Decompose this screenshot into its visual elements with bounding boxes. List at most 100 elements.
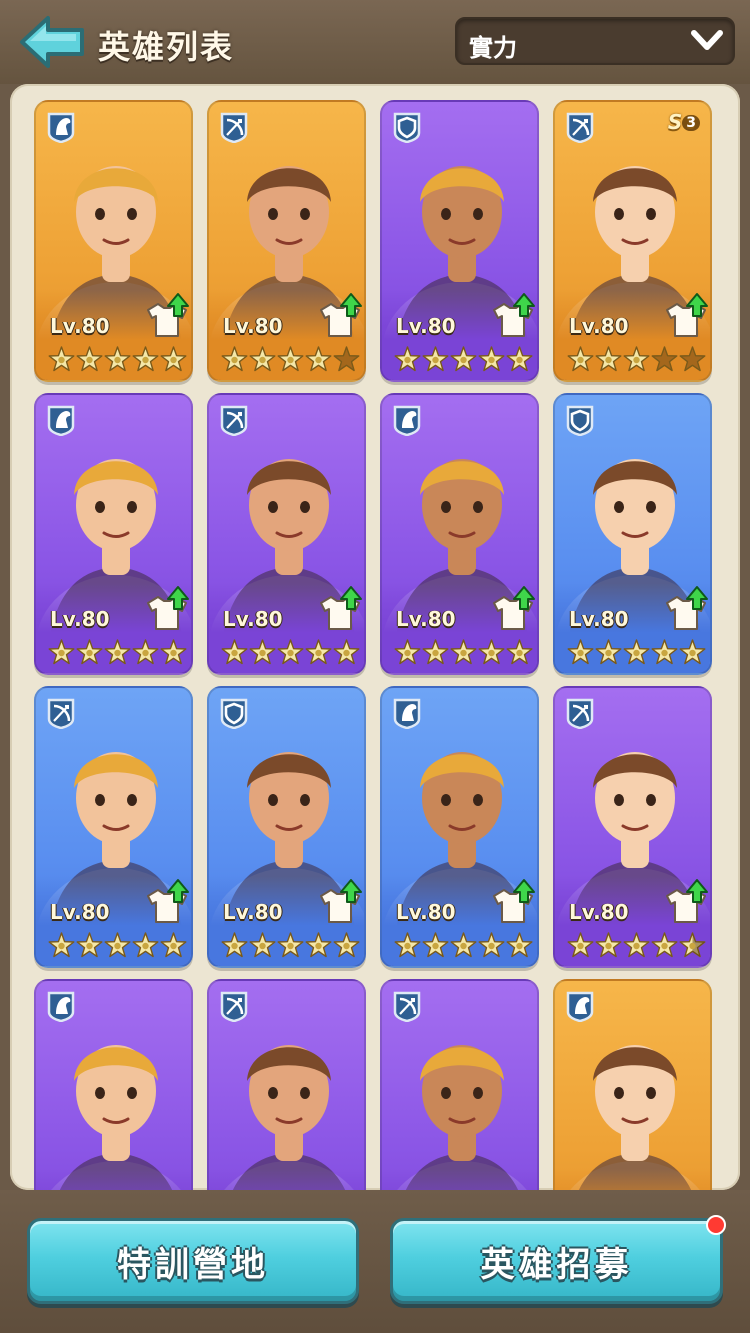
upgrade-available-icon — [320, 879, 362, 923]
hero-level: Lv.80 — [50, 314, 110, 338]
star-icon — [478, 639, 505, 665]
hero-level: Lv.80 — [223, 900, 283, 924]
hero-card[interactable]: Lv.80 — [207, 393, 366, 675]
archer-class-icon — [220, 405, 248, 436]
hero-card[interactable]: Lv.80 — [553, 393, 712, 675]
star-icon — [422, 346, 449, 372]
hero-card[interactable]: Lv.80 — [34, 100, 193, 382]
star-icon — [249, 346, 276, 372]
star-icon — [221, 639, 248, 665]
star-icon — [221, 932, 248, 958]
hero-card[interactable]: Lv.80 — [380, 100, 539, 382]
star-icon — [567, 639, 594, 665]
star-icon — [623, 932, 650, 958]
star-icon — [104, 346, 131, 372]
upgrade-available-icon — [147, 586, 189, 630]
hero-card[interactable] — [380, 979, 539, 1190]
hero-card[interactable]: Lv.80 — [553, 686, 712, 968]
notification-dot — [706, 1215, 726, 1235]
star-icon — [160, 346, 187, 372]
hero-level: Lv.80 — [396, 900, 456, 924]
cavalry-class-icon — [47, 991, 75, 1022]
archer-class-icon — [47, 698, 75, 729]
star-icon — [450, 639, 477, 665]
star-icon — [104, 639, 131, 665]
top-bar: 英雄列表 實力 — [0, 0, 750, 84]
star-icon — [333, 932, 360, 958]
training-camp-button[interactable]: 特訓營地 — [27, 1218, 359, 1304]
shield-class-icon — [566, 405, 594, 436]
star-icon — [478, 932, 505, 958]
star-icon — [76, 932, 103, 958]
cavalry-class-icon — [393, 698, 421, 729]
cavalry-class-icon — [47, 405, 75, 436]
hero-level: Lv.80 — [569, 607, 629, 631]
hero-level: Lv.80 — [50, 900, 110, 924]
star-rating — [48, 346, 188, 374]
star-icon — [651, 932, 678, 958]
star-icon — [277, 932, 304, 958]
training-camp-label: 特訓營地 — [117, 1244, 269, 1285]
star-icon — [595, 346, 622, 372]
star-icon — [450, 346, 477, 372]
hero-card[interactable]: Lv.80 — [207, 100, 366, 382]
hero-grid: Lv.80 Lv.80 Lv.80 S 3 Lv.80 Lv.80 Lv.80 Lv.80 Lv.… — [10, 84, 740, 1190]
star-icon — [394, 346, 421, 372]
hero-recruit-button[interactable]: 英雄招募 — [390, 1215, 726, 1304]
star-icon — [48, 932, 75, 958]
card-fade — [555, 1169, 710, 1190]
back-arrow-icon[interactable] — [18, 14, 86, 70]
shield-class-icon — [393, 112, 421, 143]
archer-class-icon — [220, 112, 248, 143]
star-icon — [104, 932, 131, 958]
star-icon — [651, 346, 678, 372]
star-rating — [48, 932, 188, 960]
star-rating — [394, 932, 534, 960]
cavalry-class-icon — [47, 112, 75, 143]
hero-level: Lv.80 — [50, 607, 110, 631]
star-icon — [132, 932, 159, 958]
star-rating — [567, 639, 707, 667]
hero-list-panel[interactable]: Lv.80 Lv.80 Lv.80 S 3 Lv.80 Lv.80 Lv.80 Lv.80 Lv.… — [10, 84, 740, 1190]
archer-class-icon — [566, 698, 594, 729]
archer-class-icon — [566, 112, 594, 143]
hero-level: Lv.80 — [396, 607, 456, 631]
star-icon — [450, 932, 477, 958]
hero-card[interactable]: Lv.80 — [207, 686, 366, 968]
star-icon — [623, 346, 650, 372]
star-icon — [623, 639, 650, 665]
hero-card[interactable] — [207, 979, 366, 1190]
star-icon — [333, 346, 360, 372]
hero-card[interactable]: Lv.80 — [380, 393, 539, 675]
star-icon — [567, 346, 594, 372]
star-icon — [679, 932, 706, 958]
upgrade-available-icon — [320, 586, 362, 630]
hero-level: Lv.80 — [569, 900, 629, 924]
hero-card[interactable] — [34, 979, 193, 1190]
star-icon — [132, 639, 159, 665]
hero-card[interactable] — [553, 979, 712, 1190]
star-rating — [48, 639, 188, 667]
upgrade-available-icon — [493, 879, 535, 923]
hero-level: Lv.80 — [396, 314, 456, 338]
sort-value: 實力 — [469, 34, 517, 62]
star-icon — [595, 932, 622, 958]
star-rating — [567, 346, 707, 374]
star-icon — [394, 932, 421, 958]
upgrade-available-icon — [320, 293, 362, 337]
sort-dropdown[interactable]: 實力 — [455, 17, 735, 65]
upgrade-available-icon — [666, 879, 708, 923]
star-icon — [595, 639, 622, 665]
star-rating — [221, 932, 361, 960]
hero-card[interactable]: Lv.80 — [34, 393, 193, 675]
hero-card[interactable]: S 3 Lv.80 — [553, 100, 712, 382]
star-icon — [506, 932, 533, 958]
star-icon — [48, 639, 75, 665]
star-icon — [679, 346, 706, 372]
star-icon — [76, 346, 103, 372]
hero-card[interactable]: Lv.80 — [34, 686, 193, 968]
hero-card[interactable]: Lv.80 — [380, 686, 539, 968]
chevron-down-icon — [691, 30, 723, 50]
upgrade-available-icon — [147, 879, 189, 923]
star-icon — [422, 932, 449, 958]
